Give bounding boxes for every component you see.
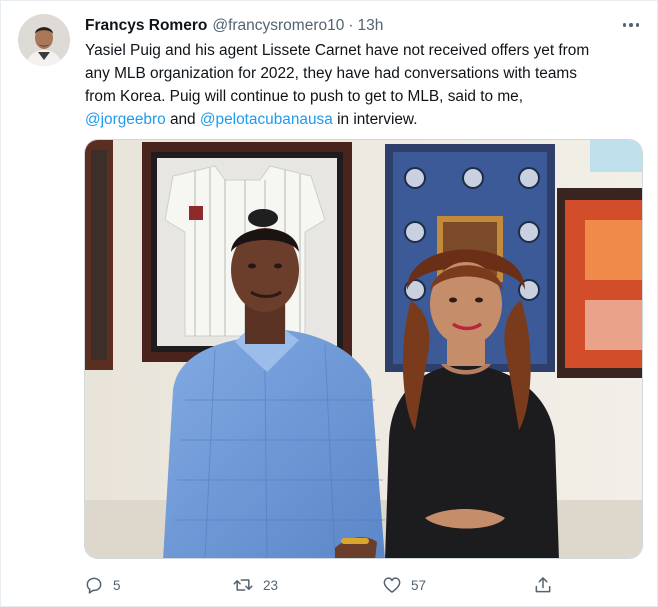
tweet-text-line: @jorgeebro and @pelotacubanausa in inter… [85,108,650,131]
tweet-header: Francys Romero @francysromero10 · 13h [85,15,617,37]
tweet-text-line: Yasiel Puig and his agent Lissete Carnet… [85,42,590,59]
reply-button[interactable]: 5 [84,571,121,599]
tweet-text: Yasiel Puig and his agent Lissete Carnet… [85,39,650,131]
author-avatar[interactable] [18,14,70,66]
more-dot [629,23,633,27]
share-icon [535,577,551,593]
reply-icon [86,577,102,594]
like-count: 57 [411,577,427,593]
retweet-button[interactable]: 23 [232,571,278,599]
retweet-icon [233,579,253,591]
tweet-photo[interactable] [84,139,643,559]
tweet-timestamp[interactable]: 13h [358,17,384,35]
text-ending: in interview. [337,111,418,128]
avatar-image [18,14,70,66]
mention-link-jorgeebro[interactable]: @jorgeebro [85,111,166,128]
reply-count: 5 [113,577,121,593]
more-icon[interactable] [619,15,643,35]
tweet-text-line: any MLB organization for 2022, they have… [85,65,577,82]
share-button[interactable] [533,571,553,599]
mention-link-pelotacubanausa[interactable]: @pelotacubanausa [200,111,333,128]
author-handle[interactable]: @francysromero10 [212,17,344,35]
tweet-actions: 5 23 57 [84,571,564,599]
author-name[interactable]: Francys Romero [85,17,207,35]
more-dot [635,23,640,27]
tweet-text-line: from Korea. Puig will continue to push t… [85,88,524,105]
heart-icon [383,577,401,593]
tweet-card[interactable]: Francys Romero @francysromero10 · 13h Ya… [0,0,658,607]
and-text: and [169,111,196,128]
photo-image [85,140,642,558]
more-dot [622,23,627,27]
retweet-count: 23 [263,577,279,593]
like-button[interactable]: 57 [382,571,426,599]
separator-dot: · [348,17,354,34]
